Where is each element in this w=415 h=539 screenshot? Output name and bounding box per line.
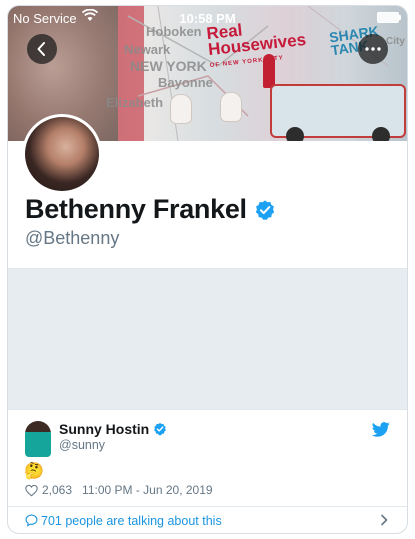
verified-badge-icon (154, 422, 167, 436)
tweet-content: 🤔 (24, 461, 44, 480)
twitter-bird-icon[interactable] (372, 422, 390, 437)
timeline-placeholder (8, 268, 407, 409)
more-horizontal-icon (365, 47, 381, 51)
banner-truck (270, 84, 406, 141)
tweet-like-count[interactable]: 2,063 (42, 483, 72, 497)
status-time: 10:58 PM (179, 11, 236, 26)
profile-handle[interactable]: @Bethenny (25, 228, 119, 249)
tweet-author-avatar[interactable] (25, 421, 51, 457)
tweet-timestamp[interactable]: 11:00 PM - Jun 20, 2019 (82, 483, 213, 497)
embedded-tweet[interactable]: Sunny Hostin @sunny 🤔 2,063 11:00 PM - J… (8, 409, 407, 506)
profile-card: Hoboken Newark NEW YORK Bayonne Elizabet… (7, 5, 408, 534)
tweet-author-handle[interactable]: @sunny (59, 438, 105, 452)
banner-text-new-york: NEW YORK (130, 58, 207, 74)
chevron-right-icon (381, 514, 388, 526)
banner-text-newark: Newark (124, 42, 171, 57)
tweet-meta: 2,063 11:00 PM - Jun 20, 2019 (25, 483, 213, 497)
back-button[interactable] (27, 34, 57, 64)
speech-bubble-icon (25, 514, 38, 527)
heart-icon[interactable] (25, 484, 38, 497)
chevron-left-icon (37, 42, 45, 56)
tweet-author-row: Sunny Hostin (59, 421, 167, 437)
avatar-image (25, 117, 99, 191)
status-bar: No Service 10:58 PM (8, 6, 407, 28)
banner-dog-2 (220, 92, 242, 122)
conversation-link[interactable]: 701 people are talking about this (8, 506, 407, 533)
tweet-author-name[interactable]: Sunny Hostin (59, 421, 149, 437)
conversation-label[interactable]: 701 people are talking about this (41, 514, 222, 528)
profile-name: Bethenny Frankel (25, 194, 247, 224)
profile-avatar[interactable] (22, 114, 102, 194)
profile-name-row: Bethenny Frankel (25, 194, 276, 225)
banner-text-bayonne: Bayonne (158, 75, 213, 90)
banner-text-elizabeth: Elizabeth (106, 95, 164, 110)
verified-badge-icon (255, 199, 274, 220)
banner-figure (263, 54, 275, 88)
banner-text-city: City (386, 36, 405, 47)
truck-wheel (372, 127, 390, 141)
truck-wheel (286, 127, 304, 141)
more-options-button[interactable] (358, 34, 388, 64)
banner-dog-1 (170, 94, 192, 124)
battery-icon (377, 12, 401, 23)
